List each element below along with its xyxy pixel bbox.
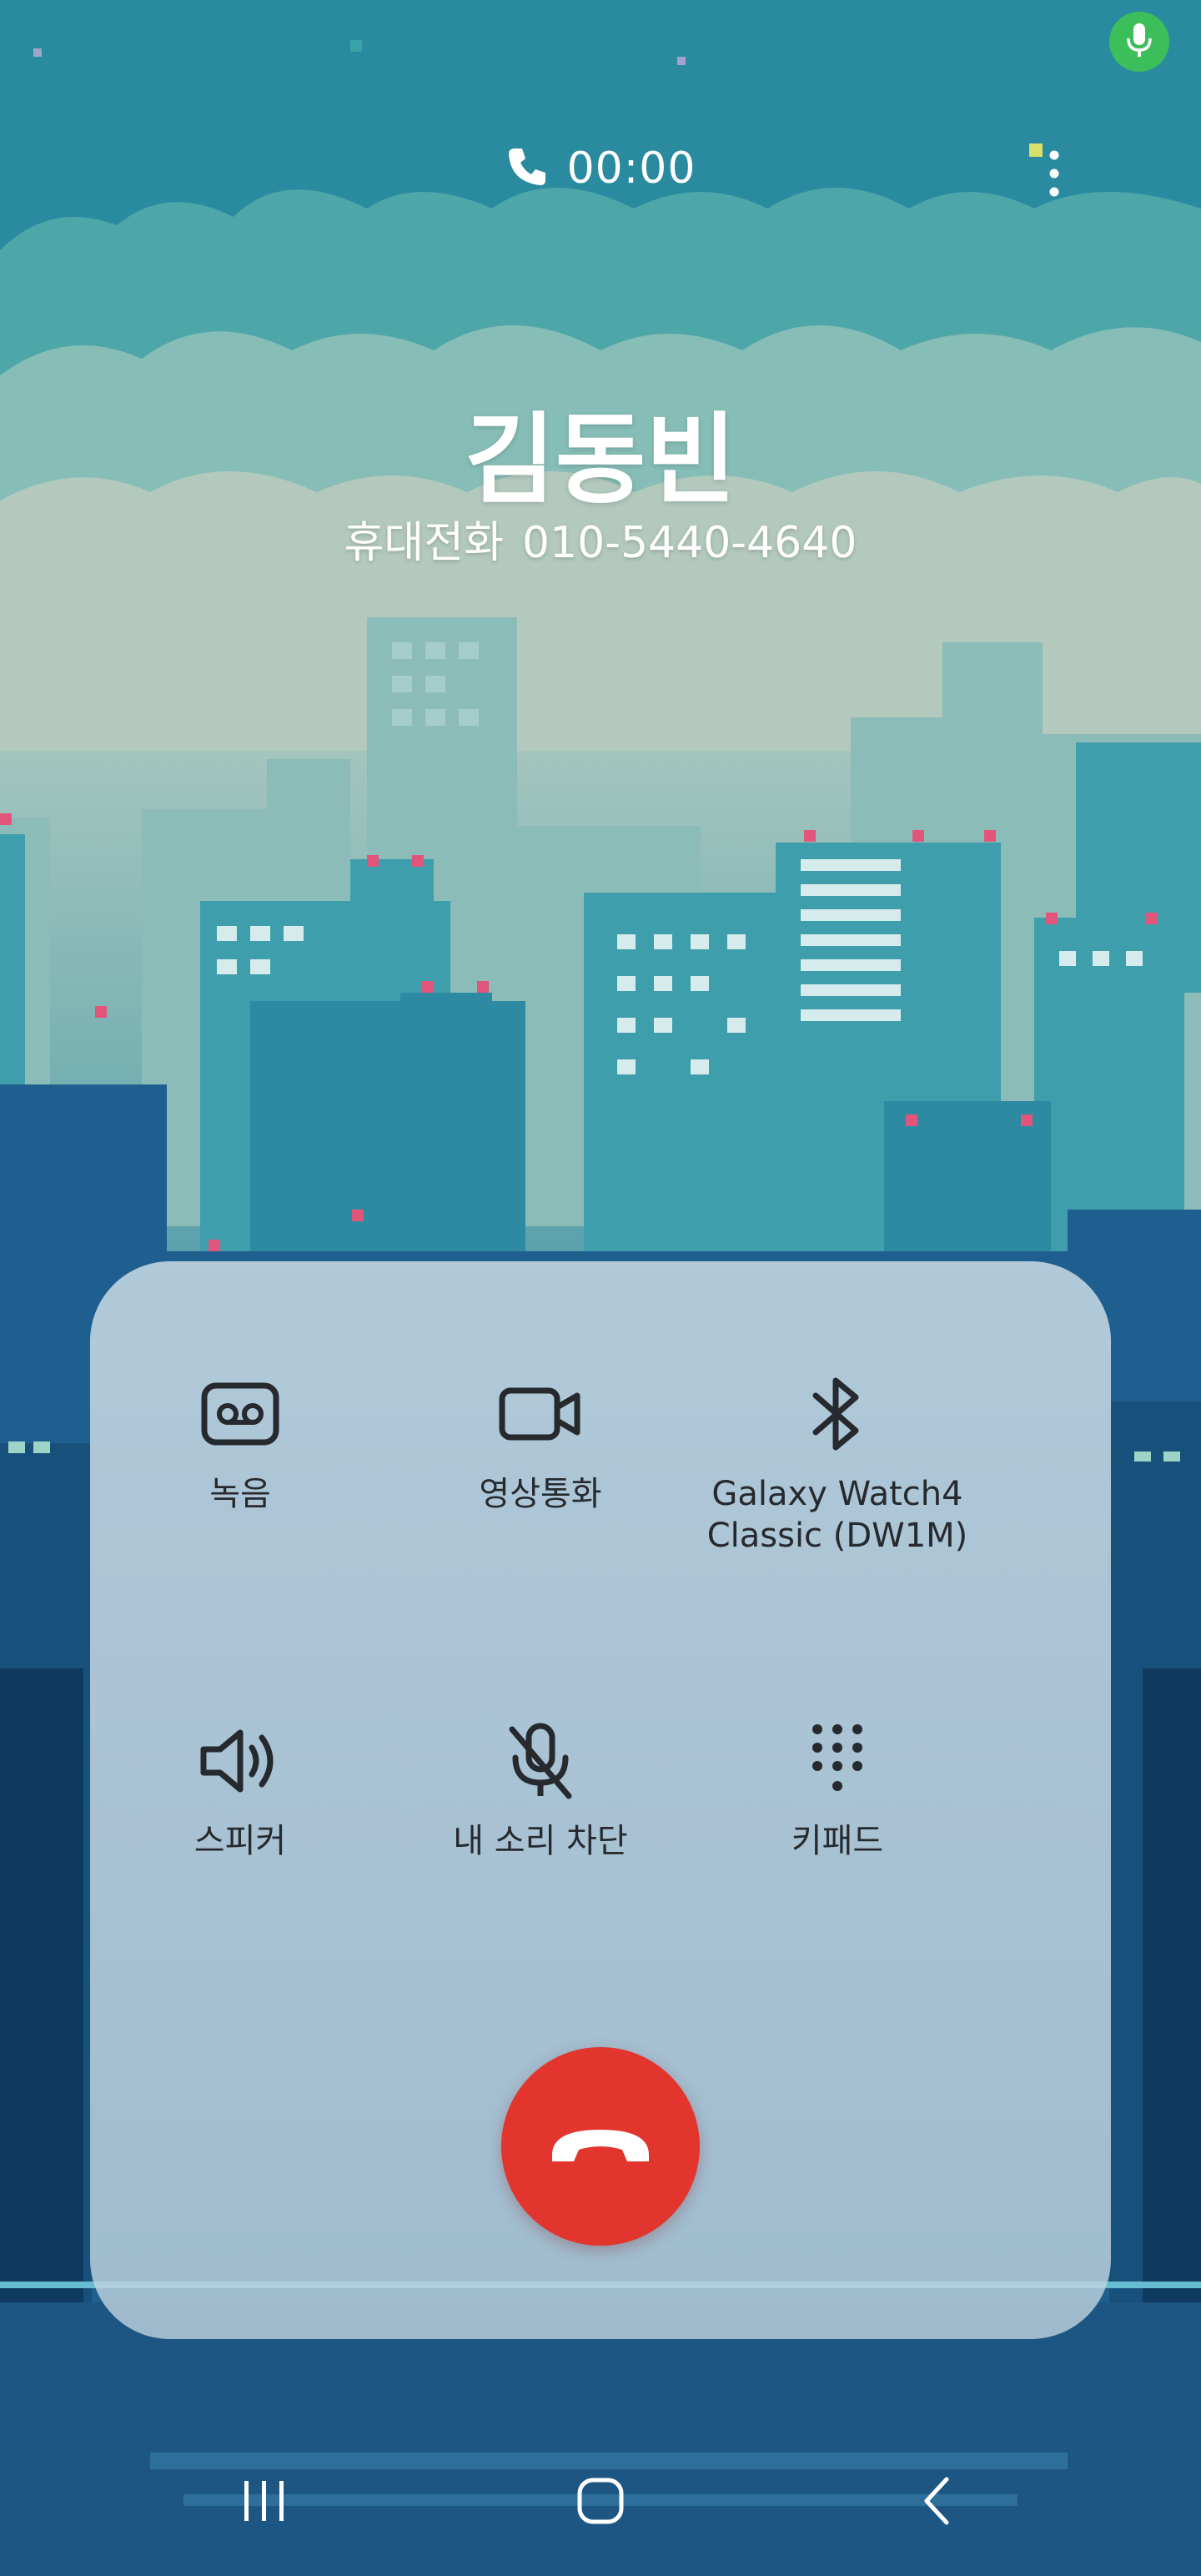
home-icon (575, 2476, 626, 2529)
recent-apps-icon (239, 2478, 289, 2528)
speaker-icon (194, 1715, 286, 1807)
mic-off-icon (495, 1715, 586, 1807)
record-label: 녹음 (209, 1475, 271, 1513)
end-call-icon (547, 2123, 654, 2170)
voicemail-icon (194, 1368, 286, 1460)
more-options-button[interactable] (1031, 142, 1078, 209)
bluetooth-device-button[interactable]: Galaxy Watch4 Classic (DW1M) (687, 1368, 987, 1557)
back-button[interactable] (891, 2461, 982, 2544)
in-call-controls-panel: 녹음 영상통화 Galaxy Watch4 Classic (DW1M) 스피커… (90, 1261, 1111, 2339)
speaker-button[interactable]: 스피커 (90, 1715, 390, 1862)
navigation-bar (0, 2453, 1201, 2553)
back-icon (920, 2474, 953, 2531)
caller-number-row: 휴대전화 010-5440-4640 (0, 507, 1201, 570)
video-camera-icon (495, 1368, 586, 1460)
speaker-label: 스피커 (193, 1822, 287, 1860)
bluetooth-device-label: Galaxy Watch4 Classic (DW1M) (706, 1475, 968, 1555)
timer-text: 00:00 (566, 143, 696, 194)
caller-name: 김동빈 (465, 402, 736, 517)
more-vertical-icon (1048, 148, 1060, 202)
keypad-icon (791, 1715, 883, 1807)
mic-in-use-indicator (1109, 12, 1169, 72)
keypad-label: 키패드 (791, 1822, 884, 1860)
number-type: 휴대전화 (344, 518, 504, 568)
phone-number: 010-5440-4640 (521, 518, 857, 568)
video-call-label: 영상통화 (479, 1475, 602, 1513)
end-call-button[interactable] (501, 2047, 700, 2246)
mic-icon (1124, 22, 1154, 62)
home-button[interactable] (555, 2461, 646, 2544)
mute-label: 내 소리 차단 (453, 1822, 628, 1860)
record-button[interactable]: 녹음 (90, 1368, 390, 1515)
mute-button[interactable]: 내 소리 차단 (390, 1715, 691, 1862)
phone-icon (505, 145, 549, 192)
recent-apps-button[interactable] (219, 2461, 310, 2544)
bluetooth-icon (791, 1368, 883, 1460)
keypad-button[interactable]: 키패드 (687, 1715, 987, 1862)
video-call-button[interactable]: 영상통화 (390, 1368, 691, 1515)
call-timer: 00:00 (0, 143, 1201, 194)
